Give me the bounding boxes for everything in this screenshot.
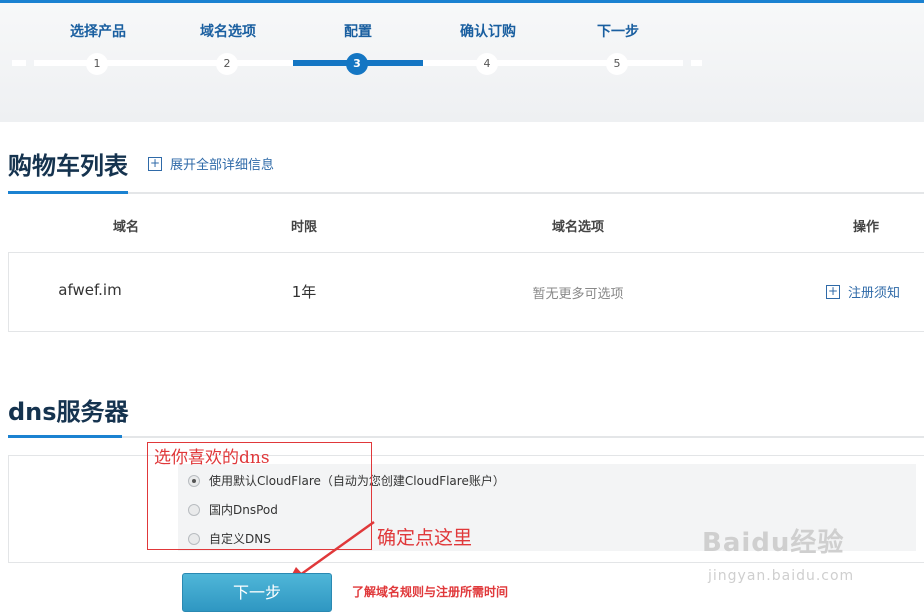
dns-title: dns服务器: [8, 398, 129, 426]
step-3-label: 配置: [344, 24, 372, 40]
annotation-choose-dns: 选你喜欢的dns: [154, 448, 270, 468]
cell-term: 1年: [291, 283, 317, 301]
step-2-label: 域名选项: [200, 24, 256, 40]
column-header-action: 操作: [852, 220, 879, 235]
registration-notice-label: 注册须知: [848, 286, 901, 301]
step-5-label: 下一步: [597, 24, 639, 40]
registration-notice-link[interactable]: + 注册须知: [826, 282, 900, 301]
dns-title-accent: [8, 435, 122, 438]
next-step-button[interactable]: 下一步: [182, 573, 332, 612]
step-4-label: 确认订购: [460, 24, 516, 40]
step-track: [423, 60, 683, 66]
step-track: [12, 60, 26, 66]
cell-options: 暂无更多可选项: [532, 287, 624, 302]
step-2-number: 2: [216, 53, 238, 75]
baidu-watermark: Baidu经验 jingyan.baidu.com: [702, 522, 853, 584]
step-track: [691, 60, 702, 66]
cart-title-rule: [8, 192, 924, 194]
watermark-sub: jingyan.baidu.com: [708, 568, 855, 584]
column-header-term: 时限: [290, 220, 317, 235]
expand-all-details-link[interactable]: + 展开全部详细信息: [148, 154, 274, 173]
step-track: [34, 60, 293, 66]
step-5-number: 5: [606, 53, 628, 75]
cell-domain: afwef.im: [58, 281, 122, 299]
step-3-number-current: 3: [346, 53, 368, 75]
domain-rules-link[interactable]: 了解域名规则与注册所需时间: [352, 583, 508, 600]
dns-title-rule: [8, 436, 924, 438]
expand-all-details-label: 展开全部详细信息: [170, 158, 275, 173]
cart-title-accent: [8, 191, 128, 194]
step-1-number: 1: [86, 53, 108, 75]
step-1-label: 选择产品: [70, 24, 126, 40]
column-header-options: 域名选项: [551, 220, 604, 235]
plus-icon: +: [826, 283, 840, 299]
column-header-domain: 域名: [112, 220, 139, 235]
cart-title: 购物车列表: [8, 152, 128, 180]
step-4-number: 4: [476, 53, 498, 75]
watermark-main: Baidu经验: [702, 528, 845, 558]
annotation-click-here: 确定点这里: [377, 527, 473, 549]
plus-icon: +: [148, 155, 162, 171]
